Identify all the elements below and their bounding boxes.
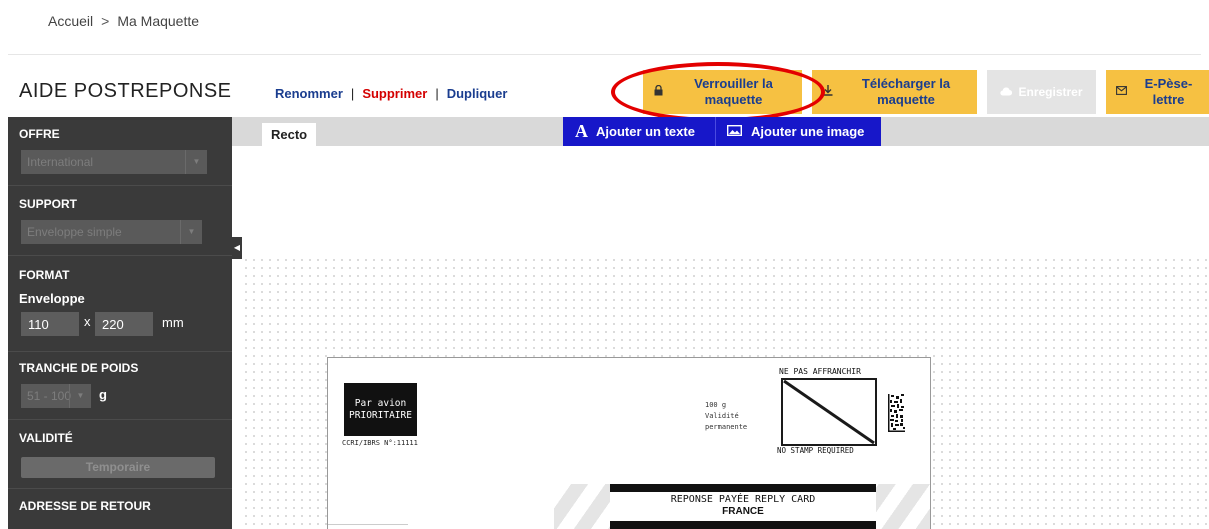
divider xyxy=(8,488,232,489)
envelope-preview: Par avion PRIORITAIRE CCRI/IBRS N°:11111 … xyxy=(327,357,931,529)
download-label-line1: Télécharger la xyxy=(861,76,951,91)
black-bar xyxy=(610,484,876,492)
format-times: x xyxy=(84,314,91,329)
tab-recto[interactable]: Recto xyxy=(262,123,316,146)
par-avion-label: Par avion PRIORITAIRE xyxy=(344,383,417,436)
support-value: Enveloppe simple xyxy=(27,225,122,239)
ccri-number: CCRI/IBRS N°:11111 xyxy=(342,439,418,447)
e-pese-lettre-button[interactable]: E-Pèse-lettre xyxy=(1106,70,1209,114)
par-avion-line2: PRIORITAIRE xyxy=(349,410,412,421)
envelope-validity-line1: Validité xyxy=(705,412,739,420)
breadcrumb-separator: > xyxy=(101,13,110,29)
model-actions: Renommer | Supprimer | Dupliquer xyxy=(275,86,507,101)
weight-unit: g xyxy=(99,387,107,402)
datamatrix-code xyxy=(888,394,905,432)
duplicate-link[interactable]: Dupliquer xyxy=(447,86,508,101)
add-image-label: Ajouter une image xyxy=(751,124,865,139)
breadcrumb-current: Ma Maquette xyxy=(117,13,200,29)
save-button[interactable]: Enregistrer xyxy=(987,70,1096,114)
validity-temporary-button[interactable]: Temporaire xyxy=(21,457,215,478)
caret-left-icon: ◀ xyxy=(233,243,241,252)
weight-validity-text: 100 g Validité permanente xyxy=(705,400,747,433)
breadcrumb: Accueil > Ma Maquette xyxy=(48,13,199,29)
format-width-input[interactable]: 110 xyxy=(21,312,79,336)
reply-card-text: REPONSE PAYÉE REPLY CARD xyxy=(670,494,816,505)
e-pese-label-line1: E-Pèse- xyxy=(1144,76,1193,91)
add-text-label: Ajouter un texte xyxy=(596,124,695,139)
ne-pas-affranchir: NE PAS AFFRANCHIR xyxy=(779,367,861,376)
settings-sidebar: OFFRE International ▼ SUPPORT Enveloppe s… xyxy=(8,117,232,529)
offre-value: International xyxy=(27,155,94,169)
save-label: Enregistrer xyxy=(1018,85,1083,99)
action-separator: | xyxy=(435,86,439,101)
collapse-sidebar-handle[interactable]: ◀ xyxy=(232,237,242,259)
e-pese-label-line2: lettre xyxy=(1152,92,1185,107)
add-image-button[interactable]: Ajouter une image xyxy=(716,117,881,146)
page-title: AIDE POSTREPONSE xyxy=(19,80,232,102)
support-title: SUPPORT xyxy=(19,197,78,211)
format-unit: mm xyxy=(162,315,184,330)
add-text-button[interactable]: A Ajouter un texte xyxy=(563,117,715,146)
image-icon xyxy=(726,124,743,139)
text-icon: A xyxy=(575,121,588,141)
offre-title: OFFRE xyxy=(19,127,60,141)
validity-title: VALIDITÉ xyxy=(19,431,73,445)
download-model-button[interactable]: Télécharger la maquette xyxy=(812,70,977,114)
envelope-icon xyxy=(1114,86,1128,98)
breadcrumb-home-link[interactable]: Accueil xyxy=(48,13,93,29)
format-height-input[interactable]: 220 xyxy=(95,312,153,336)
stamp-box xyxy=(781,378,877,446)
reply-card-label: REPONSE PAYÉE REPLY CARD FRANCE xyxy=(610,492,876,521)
divider xyxy=(8,419,232,420)
insert-toolbar: A Ajouter un texte Ajouter une image xyxy=(563,117,881,146)
cloud-upload-icon xyxy=(1000,85,1013,99)
no-stamp-required: NO STAMP REQUIRED xyxy=(777,446,854,455)
divider xyxy=(8,351,232,352)
download-label-line2: maquette xyxy=(877,92,935,107)
country-text: FRANCE xyxy=(722,506,764,517)
chevron-down-icon: ▼ xyxy=(69,384,91,408)
weight-select[interactable]: 51 - 100 ▼ xyxy=(21,384,91,408)
delete-link[interactable]: Supprimer xyxy=(362,86,427,101)
address-box-edge xyxy=(328,524,408,529)
highlight-annotation xyxy=(611,62,825,122)
format-title: FORMAT xyxy=(19,268,70,282)
action-separator: | xyxy=(350,86,355,101)
chevron-down-icon: ▼ xyxy=(185,150,207,174)
rename-link[interactable]: Renommer xyxy=(275,86,343,101)
black-bar xyxy=(610,521,876,529)
envelope-weight: 100 g xyxy=(705,401,727,409)
chevron-down-icon: ▼ xyxy=(180,220,202,244)
format-subtitle: Enveloppe xyxy=(19,291,85,306)
envelope-validity-line2: permanente xyxy=(705,423,748,431)
divider xyxy=(8,255,232,256)
weight-title: TRANCHE DE POIDS xyxy=(19,361,139,375)
support-select[interactable]: Enveloppe simple ▼ xyxy=(21,220,202,244)
offre-select[interactable]: International ▼ xyxy=(21,150,207,174)
par-avion-line1: Par avion xyxy=(354,398,407,409)
return-address-title: ADRESSE DE RETOUR xyxy=(19,499,151,513)
divider xyxy=(8,185,232,186)
header-divider xyxy=(8,54,1201,55)
weight-value: 51 - 100 xyxy=(27,389,72,403)
